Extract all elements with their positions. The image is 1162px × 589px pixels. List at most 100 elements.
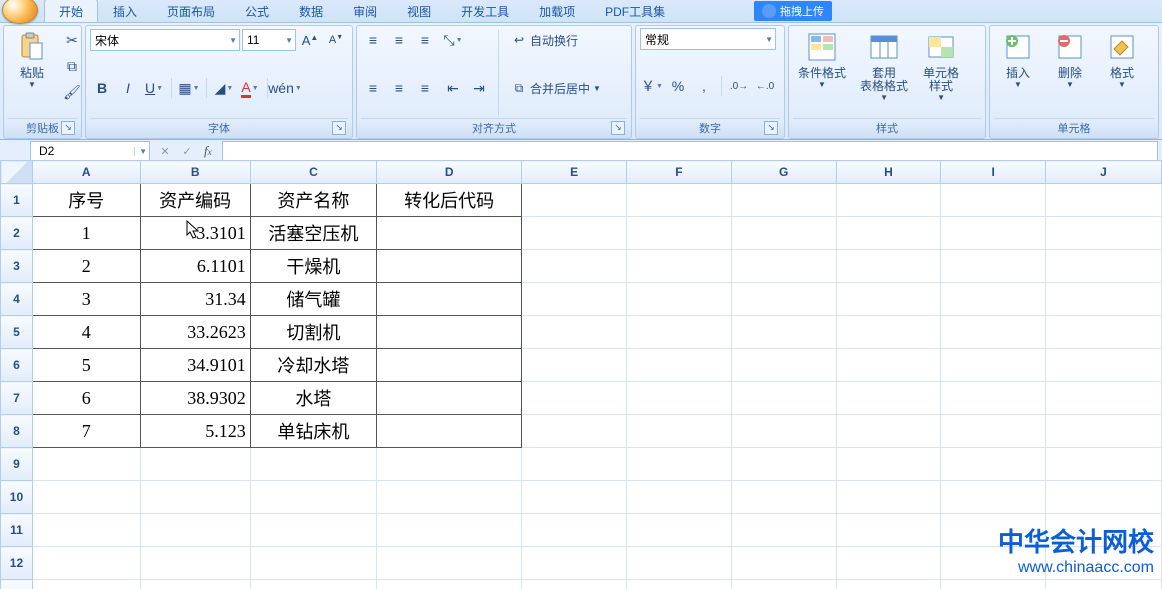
column-header-B[interactable]: B — [140, 161, 250, 184]
underline-button[interactable]: U▼ — [142, 76, 166, 100]
grow-font-button[interactable]: A▲ — [298, 28, 322, 52]
tab-1[interactable]: 插入 — [98, 0, 152, 22]
percent-button[interactable]: % — [666, 74, 690, 98]
column-header-D[interactable]: D — [377, 161, 522, 184]
cell-D13[interactable] — [377, 580, 522, 589]
cell-I5[interactable] — [941, 316, 1046, 349]
cell-G12[interactable] — [731, 547, 836, 580]
cell-D6[interactable] — [377, 349, 522, 382]
cell-I11[interactable] — [941, 514, 1046, 547]
cell-E11[interactable] — [522, 514, 627, 547]
cell-E8[interactable] — [522, 415, 627, 448]
row-header-11[interactable]: 11 — [1, 514, 33, 547]
tab-7[interactable]: 开发工具 — [446, 0, 524, 22]
cell-A6[interactable]: 5 — [32, 349, 140, 382]
cell-C8[interactable]: 单钻床机 — [250, 415, 376, 448]
align-center-button[interactable]: ≡ — [387, 76, 411, 100]
row-header-3[interactable]: 3 — [1, 250, 33, 283]
cell-F5[interactable] — [627, 316, 732, 349]
copy-button[interactable]: ⧉ — [60, 54, 84, 78]
cut-button[interactable]: ✂ — [60, 28, 84, 52]
cell-G1[interactable] — [731, 184, 836, 217]
tab-9[interactable]: PDF工具集 — [590, 0, 680, 22]
cell-H11[interactable] — [836, 514, 941, 547]
name-box[interactable]: D2 ▼ — [30, 141, 150, 161]
cell-F3[interactable] — [627, 250, 732, 283]
cell-F1[interactable] — [627, 184, 732, 217]
cell-I13[interactable] — [941, 580, 1046, 589]
cell-H10[interactable] — [836, 481, 941, 514]
cell-D4[interactable] — [377, 283, 522, 316]
cell-A10[interactable] — [32, 481, 140, 514]
cell-J8[interactable] — [1045, 415, 1161, 448]
tab-6[interactable]: 视图 — [392, 0, 446, 22]
cell-H12[interactable] — [836, 547, 941, 580]
row-header-9[interactable]: 9 — [1, 448, 33, 481]
office-button[interactable] — [2, 0, 38, 24]
format-cells-button[interactable]: 格式 ▼ — [1098, 28, 1146, 92]
align-middle-button[interactable]: ≡ — [387, 28, 411, 52]
format-as-table-button[interactable]: 套用 表格格式 ▼ — [855, 28, 913, 105]
cell-I8[interactable] — [941, 415, 1046, 448]
increase-indent-button[interactable]: ⇥ — [467, 76, 491, 100]
cell-D5[interactable] — [377, 316, 522, 349]
cell-D9[interactable] — [377, 448, 522, 481]
cell-E5[interactable] — [522, 316, 627, 349]
cell-F13[interactable] — [627, 580, 732, 589]
font-name-combo[interactable]: 宋体 ▼ — [90, 29, 240, 51]
fill-color-button[interactable]: ◢▼ — [212, 76, 236, 100]
cell-B5[interactable]: 33.2623 — [140, 316, 250, 349]
align-left-button[interactable]: ≡ — [361, 76, 385, 100]
cell-J10[interactable] — [1045, 481, 1161, 514]
fx-icon[interactable]: fx — [198, 143, 218, 159]
cell-C9[interactable] — [250, 448, 376, 481]
cell-G10[interactable] — [731, 481, 836, 514]
cancel-formula-button[interactable]: ✕ — [154, 141, 176, 161]
cell-J7[interactable] — [1045, 382, 1161, 415]
bold-button[interactable]: B — [90, 76, 114, 100]
cell-J3[interactable] — [1045, 250, 1161, 283]
cell-C6[interactable]: 冷却水塔 — [250, 349, 376, 382]
wrap-text-button[interactable]: ↩ 自动换行 — [506, 28, 606, 52]
delete-cells-button[interactable]: 删除 ▼ — [1046, 28, 1094, 92]
cell-C5[interactable]: 切割机 — [250, 316, 376, 349]
cell-F12[interactable] — [627, 547, 732, 580]
cell-E2[interactable] — [522, 217, 627, 250]
cell-A11[interactable] — [32, 514, 140, 547]
number-launcher[interactable]: ↘ — [764, 121, 778, 135]
cell-H13[interactable] — [836, 580, 941, 589]
cell-J5[interactable] — [1045, 316, 1161, 349]
cell-G11[interactable] — [731, 514, 836, 547]
cell-H9[interactable] — [836, 448, 941, 481]
cell-B3[interactable]: 6.1101 — [140, 250, 250, 283]
clipboard-launcher[interactable]: ↘ — [61, 121, 75, 135]
tab-5[interactable]: 审阅 — [338, 0, 392, 22]
cell-C4[interactable]: 储气罐 — [250, 283, 376, 316]
cell-G7[interactable] — [731, 382, 836, 415]
increase-decimal-button[interactable]: .0→ — [727, 74, 751, 98]
row-header-13[interactable]: 13 — [1, 580, 33, 589]
cell-I9[interactable] — [941, 448, 1046, 481]
number-format-combo[interactable]: 常规 ▼ — [640, 28, 776, 50]
cell-F9[interactable] — [627, 448, 732, 481]
tab-0[interactable]: 开始 — [44, 0, 98, 22]
cell-C11[interactable] — [250, 514, 376, 547]
row-header-7[interactable]: 7 — [1, 382, 33, 415]
cell-D2[interactable] — [377, 217, 522, 250]
cell-C13[interactable] — [250, 580, 376, 589]
cell-H1[interactable] — [836, 184, 941, 217]
cell-J11[interactable] — [1045, 514, 1161, 547]
cell-G3[interactable] — [731, 250, 836, 283]
cell-C12[interactable] — [250, 547, 376, 580]
cell-J4[interactable] — [1045, 283, 1161, 316]
borders-button[interactable]: ▦▼ — [177, 76, 201, 100]
cell-A1[interactable]: 序号 — [32, 184, 140, 217]
cell-B2[interactable]: 3.3101 — [140, 217, 250, 250]
cell-A12[interactable] — [32, 547, 140, 580]
paste-button[interactable]: 粘贴 ▼ — [8, 28, 56, 92]
cell-H7[interactable] — [836, 382, 941, 415]
cell-B10[interactable] — [140, 481, 250, 514]
alignment-launcher[interactable]: ↘ — [611, 121, 625, 135]
cell-G13[interactable] — [731, 580, 836, 589]
row-header-8[interactable]: 8 — [1, 415, 33, 448]
